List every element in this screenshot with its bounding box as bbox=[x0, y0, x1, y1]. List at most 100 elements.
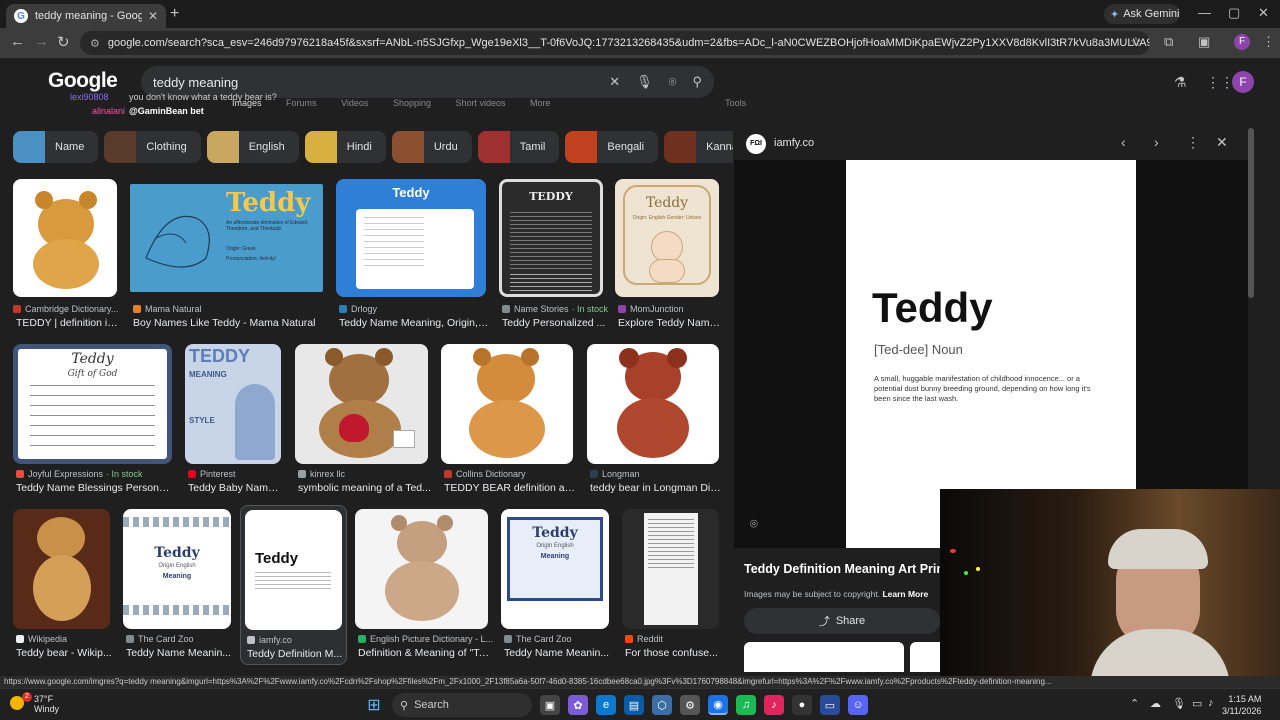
bookmark-star-icon[interactable]: ☆ bbox=[1130, 34, 1142, 50]
tab-more[interactable]: More bbox=[530, 98, 551, 108]
chrome-icon[interactable]: ◉ bbox=[708, 695, 728, 715]
result-image[interactable] bbox=[295, 344, 428, 464]
clear-search-icon[interactable]: ✕ bbox=[609, 74, 620, 90]
result-image[interactable]: Teddy bbox=[245, 510, 342, 630]
close-panel-icon[interactable]: ✕ bbox=[1216, 134, 1228, 151]
taskbar-search[interactable]: ⚲ Search bbox=[392, 693, 532, 717]
result-image[interactable] bbox=[587, 344, 719, 464]
result-image[interactable]: Teddy Origin English Meaning bbox=[501, 509, 609, 629]
previous-icon[interactable]: ‹ bbox=[1121, 134, 1126, 150]
result-title[interactable]: Teddy Name Meanin... bbox=[126, 647, 234, 659]
labs-flask-icon[interactable]: ⚗ bbox=[1174, 74, 1187, 91]
result-title[interactable]: symbolic meaning of a Ted... bbox=[298, 482, 431, 494]
chip-tamil[interactable]: Tamil bbox=[477, 131, 560, 163]
next-icon[interactable]: › bbox=[1154, 134, 1159, 150]
preview-title[interactable]: Teddy Definition Meaning Art Print b bbox=[744, 562, 959, 576]
account-avatar[interactable]: F bbox=[1232, 71, 1254, 93]
tab-shopping[interactable]: Shopping bbox=[393, 98, 431, 108]
result-title[interactable]: Definition & Meaning of "Te... bbox=[358, 647, 491, 659]
monitor-icon[interactable]: ▭ bbox=[820, 695, 840, 715]
chip-kannada[interactable]: Kannada bbox=[664, 131, 733, 163]
forward-icon[interactable]: → bbox=[34, 33, 49, 50]
lens-search-icon[interactable]: ⌾ bbox=[669, 74, 677, 90]
close-window-icon[interactable]: ✕ bbox=[1258, 5, 1269, 21]
result-title[interactable]: Teddy Name Meanin... bbox=[504, 647, 612, 659]
result-image[interactable] bbox=[441, 344, 573, 464]
result-title[interactable]: Teddy Personalized ... bbox=[502, 317, 606, 329]
scrollbar[interactable] bbox=[1248, 128, 1254, 298]
apps-grid-icon[interactable]: ⋮⋮ bbox=[1206, 74, 1234, 91]
search-input[interactable]: teddy meaning bbox=[153, 75, 593, 90]
network-icon[interactable]: ▭ bbox=[1192, 697, 1202, 710]
tab-forums[interactable]: Forums bbox=[286, 98, 317, 108]
chip-bengali[interactable]: Bengali bbox=[565, 131, 659, 163]
result-image[interactable]: Teddy Gift of God bbox=[13, 344, 172, 464]
tray-overflow-icon[interactable]: ⌃ bbox=[1130, 697, 1139, 710]
result-image[interactable]: TEDDY bbox=[499, 179, 603, 297]
reload-icon[interactable]: ↻ bbox=[57, 33, 70, 51]
minimize-icon[interactable]: — bbox=[1198, 5, 1211, 20]
tiktok-icon[interactable]: ♪ bbox=[764, 695, 784, 715]
result-card-selected[interactable]: Teddy iamfy.co Teddy Definition M... bbox=[240, 505, 347, 665]
settings-icon[interactable]: ⚙ bbox=[680, 695, 700, 715]
task-view-icon[interactable]: ▣ bbox=[540, 695, 560, 715]
result-title[interactable]: TEDDY BEAR definition an... bbox=[444, 482, 576, 494]
result-image[interactable]: Teddy An affectionate diminutive of Edwa… bbox=[130, 184, 323, 292]
tab-videos[interactable]: Videos bbox=[341, 98, 368, 108]
result-image[interactable] bbox=[13, 509, 110, 629]
result-title[interactable]: Teddy Baby Name:... bbox=[188, 482, 284, 494]
result-title[interactable]: TEDDY | definition in... bbox=[16, 317, 120, 329]
voice-search-icon[interactable]: 🎙 bbox=[636, 74, 653, 90]
volume-icon[interactable]: ♪ bbox=[1208, 697, 1214, 709]
site-info-icon[interactable]: ⚙ bbox=[90, 37, 100, 50]
maximize-icon[interactable]: ▢ bbox=[1228, 5, 1240, 21]
ask-gemini-button[interactable]: ✦ Ask Gemini bbox=[1104, 4, 1180, 24]
chip-urdu[interactable]: Urdu bbox=[391, 131, 472, 163]
result-image[interactable] bbox=[355, 509, 488, 629]
new-tab-button[interactable]: + bbox=[170, 5, 179, 23]
address-bar[interactable]: ⚙ google.com/search?sca_esv=246d97976218… bbox=[80, 31, 1150, 55]
edge-icon[interactable]: e bbox=[596, 695, 616, 715]
chip-hindi[interactable]: Hindi bbox=[304, 131, 386, 163]
discord-icon[interactable]: ☺ bbox=[848, 695, 868, 715]
learn-more-link[interactable]: Learn More bbox=[882, 589, 928, 599]
clock[interactable]: 1:15 AM 3/11/2026 bbox=[1222, 693, 1261, 717]
search-icon[interactable]: ⚲ bbox=[692, 74, 702, 90]
browser-profile-avatar[interactable]: F bbox=[1234, 34, 1250, 50]
result-title[interactable]: For those confuse... bbox=[625, 647, 722, 659]
weather-widget[interactable]: 2 37°F Windy bbox=[10, 692, 59, 714]
copilot-icon[interactable]: ✿ bbox=[568, 695, 588, 715]
store-icon[interactable]: ▤ bbox=[624, 695, 644, 715]
cloud-icon[interactable]: ☁ bbox=[1150, 697, 1161, 710]
result-image[interactable]: Teddy Origin: English Gender: Unisex bbox=[615, 179, 719, 297]
back-icon[interactable]: ← bbox=[10, 33, 25, 50]
result-image[interactable]: Teddy bbox=[336, 179, 486, 297]
tab-images[interactable]: Images bbox=[232, 98, 262, 108]
tab-close-icon[interactable]: ✕ bbox=[148, 9, 158, 23]
chip-clothing[interactable]: Clothing bbox=[104, 131, 201, 163]
spotify-icon[interactable]: ♫ bbox=[736, 695, 756, 715]
lens-icon[interactable]: ⌾ bbox=[750, 516, 758, 532]
result-title[interactable]: teddy bear in Longman Dict... bbox=[590, 482, 722, 494]
result-title[interactable]: Teddy Name Blessings Personali... bbox=[16, 482, 175, 494]
result-image[interactable]: Teddy Origin English Meaning bbox=[123, 509, 231, 629]
tab-short-videos[interactable]: Short videos bbox=[456, 98, 506, 108]
more-options-icon[interactable]: ⋮ bbox=[1186, 134, 1200, 151]
chip-english[interactable]: English bbox=[206, 131, 299, 163]
result-title[interactable]: Teddy Name Meaning, Origin, ... bbox=[339, 317, 489, 329]
result-title[interactable]: Explore Teddy Name... bbox=[618, 317, 722, 329]
share-button[interactable]: ⤴ Share bbox=[744, 608, 940, 634]
windows-start-icon[interactable]: ⊞ bbox=[364, 695, 384, 715]
result-title[interactable]: Boy Names Like Teddy - Mama Natural bbox=[133, 317, 326, 329]
chip-name[interactable]: Name bbox=[13, 131, 99, 163]
result-image[interactable] bbox=[13, 179, 117, 297]
tab-tools[interactable]: Tools bbox=[725, 98, 746, 108]
extensions-icon[interactable]: ⧉ bbox=[1164, 34, 1173, 50]
result-title[interactable]: Teddy bear - Wikip... bbox=[16, 647, 113, 659]
google-logo[interactable]: Google bbox=[48, 69, 118, 93]
result-title[interactable]: Teddy Definition M... bbox=[247, 648, 343, 660]
result-image[interactable] bbox=[622, 509, 719, 629]
site-name[interactable]: iamfy.co bbox=[774, 137, 814, 149]
browser-menu-icon[interactable]: ⋮ bbox=[1262, 34, 1275, 50]
app-icon[interactable]: ⬡ bbox=[652, 695, 672, 715]
